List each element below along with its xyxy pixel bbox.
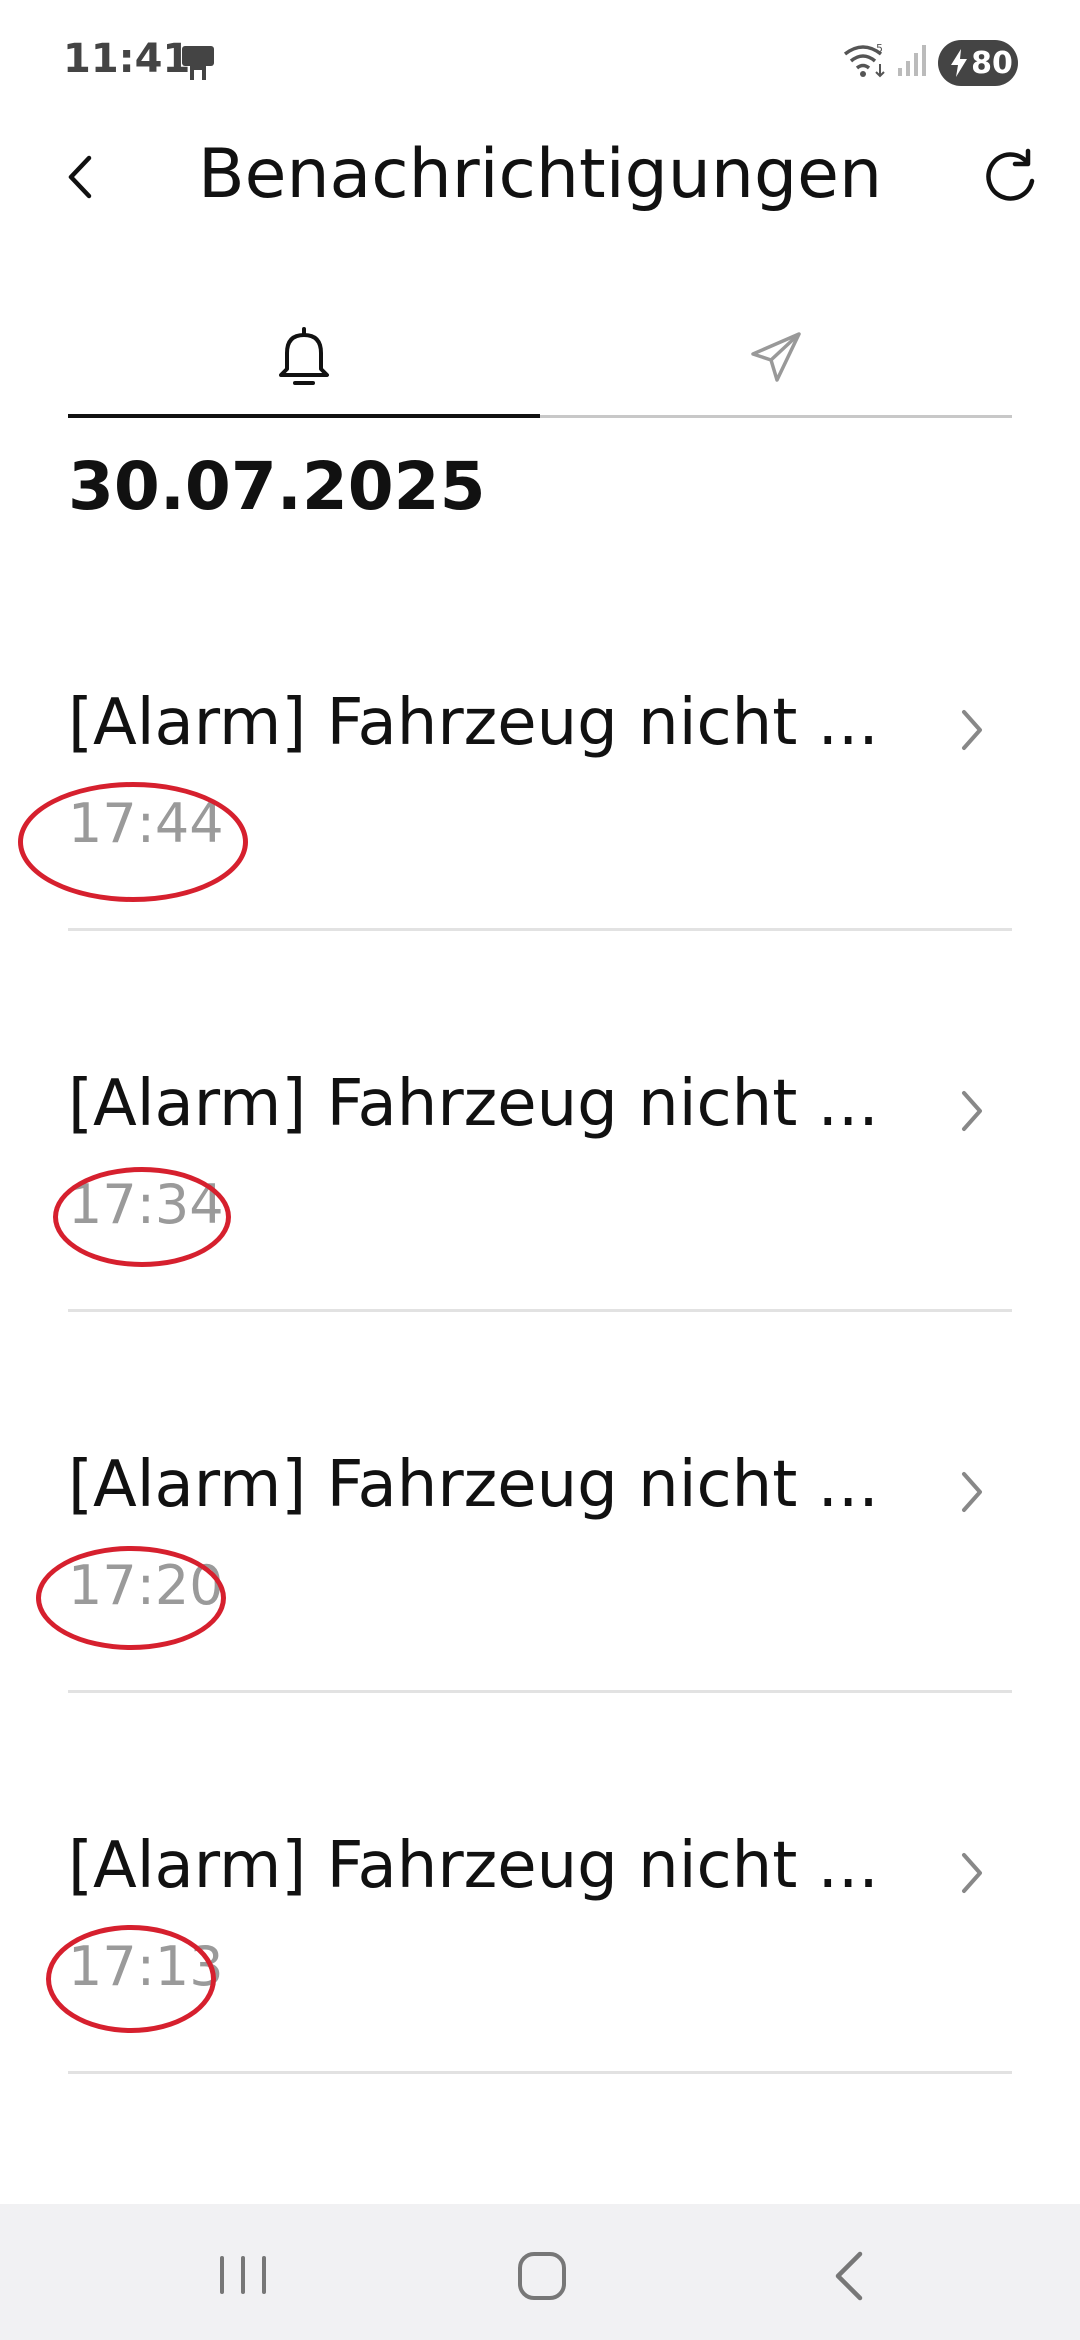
date-heading: 30.07.2025 [68, 448, 486, 525]
send-icon [751, 332, 801, 382]
status-time: 11:41 [63, 36, 191, 82]
notification-time: 17:34 [68, 1173, 224, 1236]
tab-received[interactable] [68, 300, 540, 414]
notification-time: 17:13 [68, 1935, 224, 1998]
bell-icon [279, 327, 329, 385]
tab-sent[interactable] [540, 300, 1012, 414]
status-bar: 11:41 5 80 [0, 0, 1080, 125]
charging-bolt-icon [951, 49, 968, 77]
wifi-icon: 5 [843, 42, 885, 78]
system-nav-bar [0, 2204, 1080, 2340]
battery-indicator: 80 [938, 40, 1018, 86]
notification-title: [Alarm] Fahrzeug nicht ... [68, 686, 879, 760]
home-icon[interactable] [512, 2246, 572, 2306]
phone-app-icon [182, 46, 214, 80]
notification-list: [Alarm] Fahrzeug nicht ... 17:44 [Alarm]… [18, 550, 1012, 2074]
refresh-icon [986, 148, 1035, 201]
active-tab-indicator [68, 414, 540, 418]
back-icon[interactable] [820, 2246, 880, 2306]
notification-item[interactable]: [Alarm] Fahrzeug nicht ... 17:20 [36, 1312, 1012, 1693]
svg-text:5: 5 [876, 42, 883, 55]
notification-item[interactable]: [Alarm] Fahrzeug nicht ... 17:13 [46, 1693, 1012, 2074]
signal-icon [898, 45, 926, 76]
header: Benachrichtigungen [0, 125, 1080, 235]
notification-time: 17:20 [68, 1554, 224, 1617]
notification-time: 17:44 [68, 792, 224, 855]
recents-icon[interactable] [208, 2250, 278, 2300]
battery-level: 80 [971, 45, 1013, 81]
page-title: Benachrichtigungen [197, 135, 883, 214]
notification-item[interactable]: [Alarm] Fahrzeug nicht ... 17:34 [53, 931, 1012, 1312]
chevron-right-icon [962, 1853, 982, 1893]
chevron-right-icon [962, 1472, 982, 1512]
chevron-right-icon [962, 710, 982, 750]
notification-item[interactable]: [Alarm] Fahrzeug nicht ... 17:44 [18, 550, 1012, 931]
notification-title: [Alarm] Fahrzeug nicht ... [68, 1067, 879, 1141]
chevron-right-icon [962, 1091, 982, 1131]
refresh-button[interactable] [978, 145, 1042, 209]
tab-bar [68, 300, 1012, 418]
notification-title: [Alarm] Fahrzeug nicht ... [68, 1829, 879, 1903]
notification-title: [Alarm] Fahrzeug nicht ... [68, 1448, 879, 1522]
